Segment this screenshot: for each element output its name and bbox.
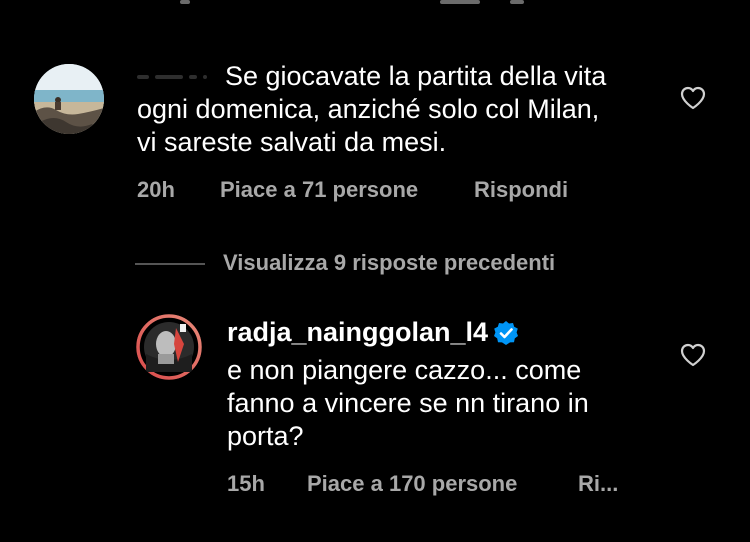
view-replies-label[interactable]: Visualizza 9 risposte precedenti <box>223 249 555 277</box>
comment-meta: 15h Piace a 170 persone Ri... <box>227 471 647 497</box>
likes-count-link[interactable]: Piace a 71 persone <box>220 177 418 203</box>
comment-meta: 20h Piace a 71 persone Rispondi <box>137 177 637 203</box>
verified-badge-icon <box>494 321 518 345</box>
comment-text: e non piangere cazzo... come fanno a vin… <box>227 355 589 451</box>
avatar[interactable] <box>34 64 104 134</box>
profile-photo-avatar <box>136 314 202 380</box>
comment-time: 15h <box>227 471 265 496</box>
likes-count-link[interactable]: Piace a 170 persone <box>307 471 517 497</box>
beach-photo-avatar <box>34 64 104 134</box>
avatar[interactable] <box>136 314 202 380</box>
like-heart-icon[interactable] <box>680 86 706 110</box>
comment-1: Se giocavate la partita della vita ogni … <box>0 0 750 220</box>
like-heart-icon[interactable] <box>680 343 706 367</box>
thread-divider <box>135 263 205 265</box>
comment-username[interactable]: radja_nainggolan_l4 <box>227 316 488 349</box>
comment-time: 20h <box>137 177 175 202</box>
comment-text: Se giocavate la partita della vita ogni … <box>137 61 607 157</box>
view-previous-replies[interactable]: Visualizza 9 risposte precedenti <box>135 249 695 279</box>
comment-2: radja_nainggolan_l4 e non piangere cazzo… <box>0 300 750 520</box>
reply-button[interactable]: Rispondi <box>474 177 568 203</box>
reply-button[interactable]: Ri... <box>578 471 618 497</box>
